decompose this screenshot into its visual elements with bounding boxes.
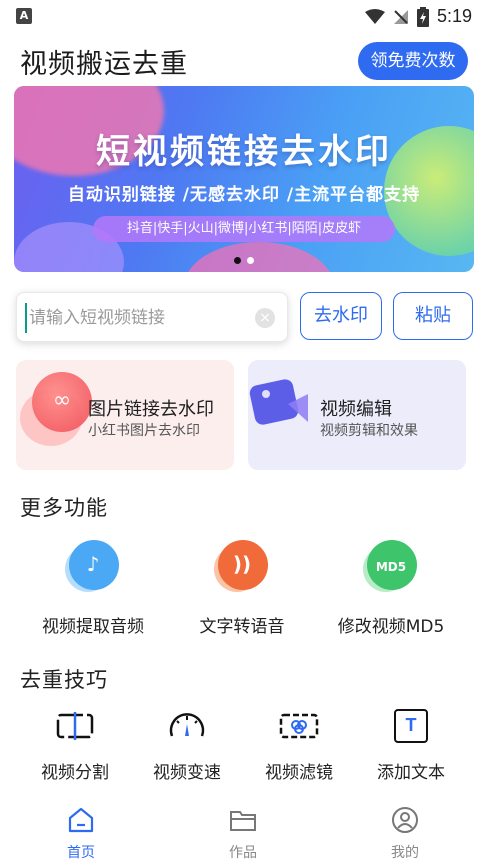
bottom-nav: 首页 作品 我的 [0, 798, 486, 865]
md5-icon: MD5 [363, 540, 419, 596]
nav-label: 我的 [391, 845, 419, 861]
banner-title: 短视频链接去水印 [96, 132, 392, 172]
tips-title: 去重技巧 [20, 668, 108, 692]
clear-icon[interactable]: × [255, 308, 275, 328]
wifi-icon [364, 8, 385, 24]
video-split-button[interactable]: 视频分割 [20, 706, 130, 783]
notification-badge-icon: A [16, 8, 32, 24]
card-subtitle: 视频剪辑和效果 [320, 423, 418, 439]
more-features-title: 更多功能 [20, 496, 108, 520]
nav-home[interactable]: 首页 [41, 806, 121, 862]
no-signal-icon [393, 9, 408, 24]
nav-works[interactable]: 作品 [203, 806, 283, 862]
video-edit-icon [249, 379, 308, 425]
nav-label: 作品 [229, 845, 257, 861]
filter-icon [277, 706, 321, 746]
split-icon [53, 706, 97, 746]
tip-label: 视频分割 [41, 763, 109, 783]
tip-label: 添加文本 [377, 763, 445, 783]
text-to-speech-button[interactable]: )) 文字转语音 [167, 540, 317, 637]
profile-icon [392, 807, 418, 833]
home-icon [68, 807, 94, 833]
nav-label: 首页 [67, 845, 95, 861]
tip-label: 视频滤镜 [265, 763, 333, 783]
folder-icon [230, 811, 256, 831]
add-text-button[interactable]: T 添加文本 [356, 706, 466, 783]
card-title: 视频编辑 [320, 399, 392, 420]
free-uses-button[interactable]: 领免费次数 [358, 42, 468, 80]
banner-decoration [184, 242, 334, 272]
video-speed-button[interactable]: 视频变速 [132, 706, 242, 783]
carousel-dot-active[interactable] [234, 257, 241, 264]
page-title: 视频搬运去重 [20, 49, 188, 80]
carousel-indicator[interactable] [234, 257, 254, 264]
link-icon: ∞ [32, 372, 92, 432]
sound-wave-icon: )) [214, 540, 270, 596]
status-bar: A 5:19 [0, 0, 486, 34]
feature-label: 修改视频MD5 [337, 617, 445, 637]
banner-subtitle: 自动识别链接 /无感去水印 /主流平台都支持 [67, 185, 421, 205]
clock: 5:19 [436, 6, 472, 26]
feature-label: 文字转语音 [199, 617, 285, 637]
text-icon: T [389, 706, 433, 746]
video-edit-card[interactable]: 视频编辑 视频剪辑和效果 [248, 360, 466, 470]
carousel-dot[interactable] [247, 257, 254, 264]
card-subtitle: 小红书图片去水印 [88, 423, 200, 439]
promo-banner[interactable]: 短视频链接去水印 自动识别链接 /无感去水印 /主流平台都支持 抖音|快手|火山… [14, 86, 474, 272]
video-filter-button[interactable]: 视频滤镜 [244, 706, 354, 783]
image-watermark-card[interactable]: ∞ 图片链接去水印 小红书图片去水印 [16, 360, 234, 470]
speedometer-icon [165, 706, 209, 746]
battery-icon [416, 6, 429, 27]
remove-watermark-button[interactable]: 去水印 [300, 292, 382, 340]
tip-label: 视频变速 [153, 763, 221, 783]
paste-button[interactable]: 粘贴 [393, 292, 473, 340]
status-icons: 5:19 [364, 6, 472, 27]
link-input-container[interactable]: × [16, 292, 288, 342]
video-link-input[interactable] [25, 303, 251, 333]
feature-label: 视频提取音频 [42, 617, 144, 637]
music-note-icon: ♪ [65, 540, 121, 596]
nav-profile[interactable]: 我的 [365, 806, 445, 862]
extract-audio-button[interactable]: ♪ 视频提取音频 [18, 540, 168, 637]
card-title: 图片链接去水印 [88, 399, 214, 420]
banner-platforms: 抖音|快手|火山|微博|小红书|陌陌|皮皮虾 [93, 216, 395, 242]
modify-md5-button[interactable]: MD5 修改视频MD5 [316, 540, 466, 637]
